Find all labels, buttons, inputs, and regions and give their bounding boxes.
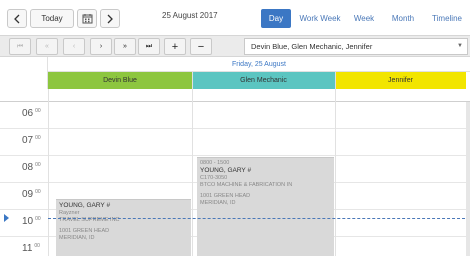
appointment-detail: C170-3050 (200, 175, 228, 181)
resource-toolbar: ⏮ « ‹ › » ⏭ + − Devin Blue, Glen Mechani… (0, 35, 470, 57)
last-page-button[interactable]: ⏭ (138, 38, 160, 55)
appointment-title: YOUNG, GARY # (200, 167, 252, 174)
hour-label: 07 00 (22, 135, 41, 146)
chevron-down-icon: ▼ (457, 43, 463, 49)
view-tab-week[interactable]: Week (350, 9, 378, 28)
appointment-detail: 1001 GREEN HEAD (59, 228, 110, 234)
column-divider (192, 72, 193, 256)
hour-label: 10 00 (22, 216, 41, 227)
view-tab-work-week[interactable]: Work Week (296, 9, 344, 28)
forward-button[interactable]: › (90, 38, 112, 55)
today-button[interactable]: Today (30, 9, 74, 28)
current-time-line (48, 218, 470, 219)
vertical-scrollbar[interactable] (466, 102, 470, 256)
gutter-divider (48, 89, 49, 256)
resource-header-devin-blue: Devin Blue (48, 72, 192, 89)
appointment-detail: MERIDIAN, ID (200, 200, 236, 206)
gutter-header (0, 57, 48, 89)
view-tab-day[interactable]: Day (261, 9, 291, 28)
fast-back-button[interactable]: « (36, 38, 58, 55)
today-label: Today (41, 14, 63, 23)
fast-forward-button[interactable]: » (114, 38, 136, 55)
column-divider (335, 72, 336, 256)
calendar-icon (82, 14, 92, 24)
first-page-button[interactable]: ⏮ (9, 38, 31, 55)
appointment-detail: BTCO MACHINE & FABRICATION IN (200, 182, 293, 188)
current-time-marker-icon (4, 214, 9, 222)
chevron-left-icon (14, 14, 20, 23)
back-button[interactable]: ‹ (63, 38, 85, 55)
scheduler-grid: Friday, 25 August Devin Blue Glen Mechan… (0, 57, 470, 256)
view-tab-timeline[interactable]: Timeline (427, 9, 467, 28)
appointment-detail: MERIDIAN, ID (59, 235, 95, 241)
hour-label: 08 00 (22, 162, 41, 173)
resource-header-glen-mechanic: Glen Mechanic (192, 72, 335, 89)
current-date-label: 25 August 2017 (162, 11, 218, 20)
resource-select-value: Devin Blue, Glen Mechanic, Jennifer (251, 42, 373, 51)
hour-label: 11 00 (22, 243, 40, 254)
date-header: Friday, 25 August (48, 57, 470, 72)
hour-label: 09 00 (22, 189, 41, 200)
hour-label: 06 00 (22, 108, 41, 119)
chevron-right-icon (107, 14, 113, 23)
appointment-title: YOUNG, GARY # (59, 202, 111, 209)
appointment-devin-blue[interactable]: YOUNG, GARY # Rayzner TRAVEL SUPREME INC… (56, 199, 191, 256)
date-picker-button[interactable] (77, 9, 97, 28)
resource-select[interactable]: Devin Blue, Glen Mechanic, Jennifer ▼ (244, 38, 468, 55)
calendar-toolbar: Today 25 August 2017 Day Work Week Week … (0, 0, 470, 36)
add-resource-button[interactable]: + (164, 38, 186, 55)
appointment-detail: Rayzner (59, 210, 80, 216)
appointment-detail: 1001 GREEN HEAD (200, 193, 251, 199)
time-slot-row[interactable]: 07 00 (0, 129, 470, 156)
all-day-row[interactable] (0, 89, 470, 102)
view-tab-month[interactable]: Month (386, 9, 420, 28)
resource-header-jennifer: Jennifer (335, 72, 466, 89)
appointment-time: 0800 - 1500 (200, 160, 230, 166)
appointment-glen-mechanic[interactable]: 0800 - 1500 YOUNG, GARY # C170-3050 BTCO… (197, 157, 334, 256)
time-slot-row[interactable]: 06 00 (0, 102, 470, 129)
previous-date-button[interactable] (7, 9, 27, 28)
next-date-button[interactable] (100, 9, 120, 28)
remove-resource-button[interactable]: − (190, 38, 212, 55)
